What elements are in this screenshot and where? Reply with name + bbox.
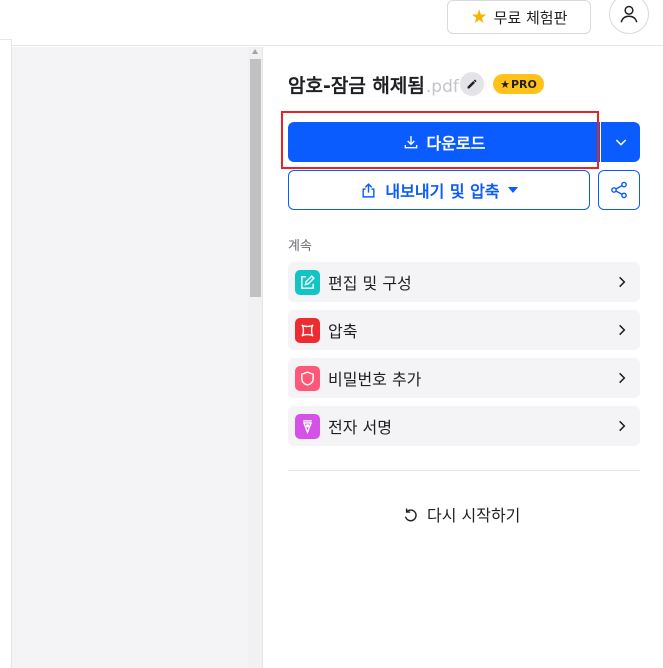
restart-button[interactable]: 다시 시작하기: [402, 502, 520, 526]
pro-badge: ★ PRO: [493, 74, 544, 94]
tool-edit-organize[interactable]: 편집 및 구성: [288, 262, 640, 302]
tool-label: 비밀번호 추가: [328, 370, 422, 389]
pro-badge-label: PRO: [510, 77, 537, 91]
preview-scrollbar[interactable]: [248, 47, 263, 668]
file-extension: .pdf: [425, 77, 459, 97]
tool-e-sign[interactable]: 전자 서명: [288, 406, 640, 446]
download-icon: [404, 136, 417, 149]
continue-section-label: 계속: [288, 239, 312, 254]
scroll-up-arrow-icon[interactable]: [252, 49, 258, 54]
edit-organize-icon: [295, 269, 320, 295]
tool-compress[interactable]: 압축: [288, 310, 640, 350]
user-avatar-button[interactable]: [609, 0, 649, 34]
upload-icon: [362, 182, 375, 198]
restart-icon: [404, 507, 417, 521]
section-divider: [288, 470, 640, 471]
chevron-right-icon: [610, 414, 634, 438]
download-options-button[interactable]: [601, 122, 640, 162]
document-preview-area: [0, 47, 248, 668]
chevron-right-icon: [610, 318, 634, 342]
caret-down-icon: [507, 187, 518, 193]
chevron-down-icon: [615, 139, 626, 146]
share-button[interactable]: [598, 170, 640, 210]
shield-lock-icon: [295, 365, 320, 391]
chevron-right-icon: [610, 366, 634, 390]
scrollbar-thumb[interactable]: [250, 59, 261, 297]
tool-label: 압축: [328, 322, 358, 341]
tool-add-password[interactable]: 비밀번호 추가: [288, 358, 640, 398]
result-panel: 암호-잠금 해제됨 .pdf ★ PRO 다운로드 내보내기 및 압축 계속 편…: [264, 47, 663, 668]
share-icon: [611, 181, 627, 199]
star-icon: ★: [500, 77, 510, 91]
user-icon: [620, 5, 638, 23]
file-name: 암호-잠금 해제됨: [288, 75, 425, 97]
free-trial-label: 무료 체험판: [493, 8, 568, 27]
compress-icon: [295, 317, 320, 343]
chevron-right-icon: [610, 270, 634, 294]
document-page-preview: [0, 39, 12, 668]
download-button[interactable]: 다운로드: [288, 122, 600, 162]
restart-label: 다시 시작하기: [427, 506, 521, 525]
star-icon: ★: [470, 5, 488, 28]
download-label: 다운로드: [426, 134, 486, 153]
rename-button[interactable]: [460, 72, 484, 96]
tool-label: 전자 서명: [328, 418, 392, 437]
free-trial-button[interactable]: ★ 무료 체험판: [447, 0, 591, 34]
sign-pen-icon: [295, 413, 320, 439]
export-compress-label: 내보내기 및 압축: [385, 182, 500, 201]
tool-label: 편집 및 구성: [328, 274, 412, 293]
file-title: 암호-잠금 해제됨 .pdf: [288, 71, 459, 98]
pencil-icon: [467, 79, 477, 89]
export-compress-button[interactable]: 내보내기 및 압축: [288, 170, 590, 210]
top-bar: ★ 무료 체험판: [0, 0, 663, 46]
